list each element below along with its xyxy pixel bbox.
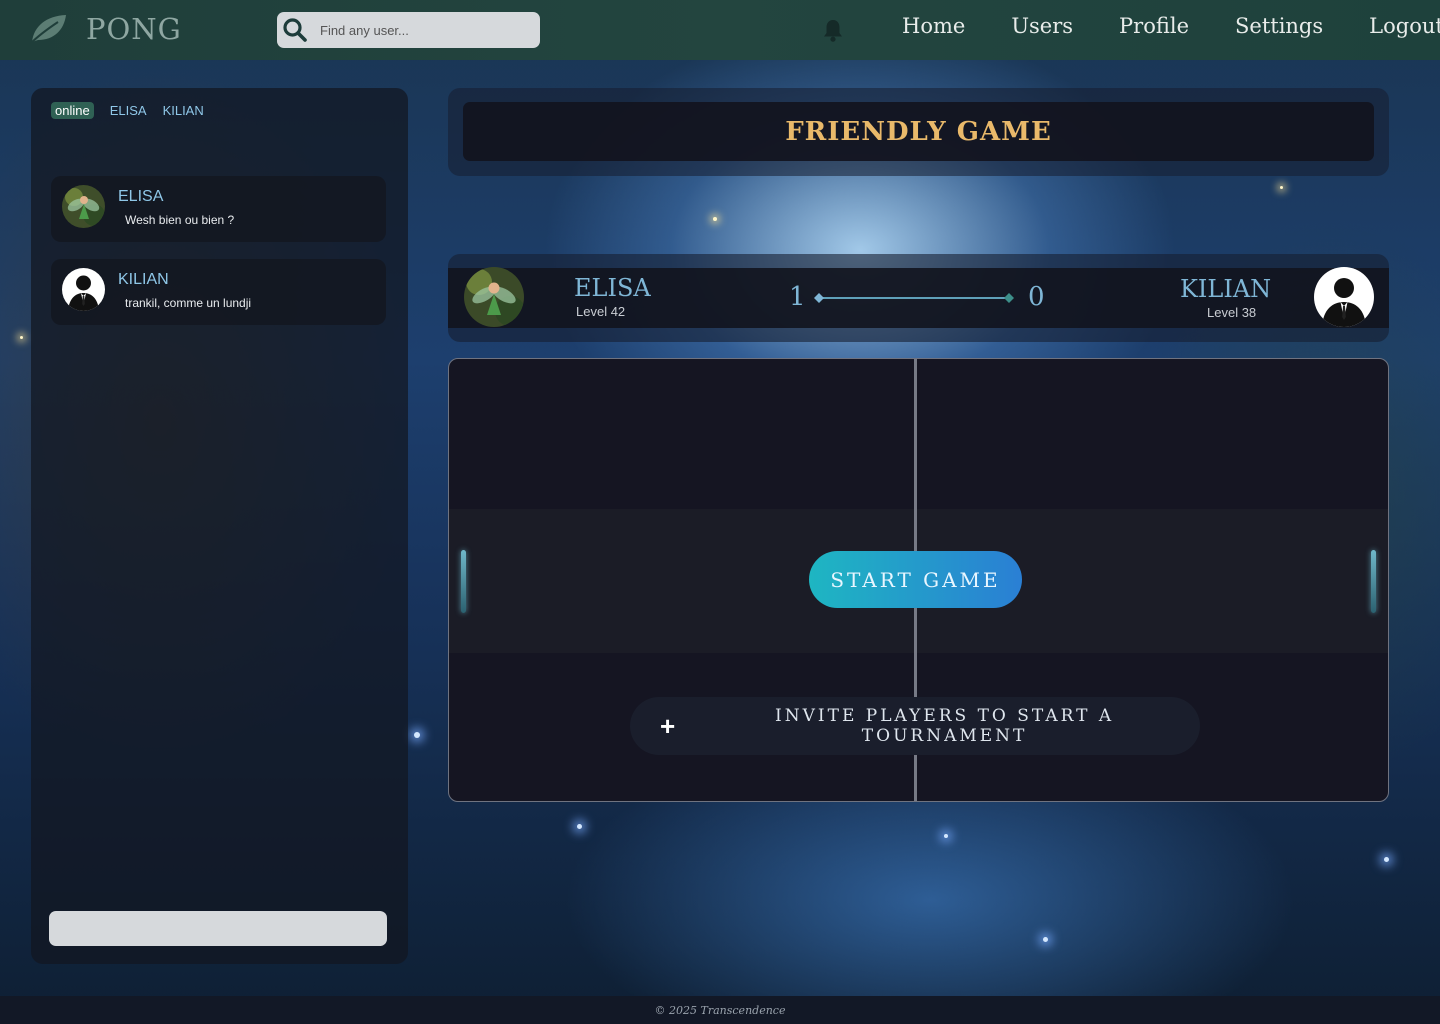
player2-name: KILIAN — [1180, 275, 1272, 303]
brand-name: PONG — [86, 12, 182, 46]
conversation-item-kilian[interactable]: KILIAN trankil, comme un lundji — [51, 259, 386, 325]
sparkle — [577, 824, 582, 829]
avatar-kilian — [62, 268, 105, 311]
nav-users[interactable]: Users — [1011, 14, 1073, 38]
invite-tournament-label: Invite players to start a tournament — [775, 706, 1115, 746]
game-board: START GAME + Invite players to start a t… — [448, 358, 1389, 802]
search-bar — [277, 12, 540, 48]
conversation-name: ELISA — [118, 188, 164, 205]
sparkle — [1280, 186, 1283, 189]
scoreboard: ELISA Level 42 1 0 KILIAN Level 38 — [448, 254, 1389, 342]
game-title: FRIENDLY GAME — [785, 116, 1052, 147]
chat-tabs: online ELISA KILIAN — [51, 102, 204, 119]
conversation-name: KILIAN — [118, 271, 169, 288]
right-paddle — [1371, 550, 1376, 613]
footer-copyright: © 2025 Transcendence — [654, 1003, 786, 1017]
player1-score: 1 — [789, 282, 806, 312]
sparkle — [1384, 857, 1389, 862]
nav-home[interactable]: Home — [902, 14, 965, 38]
chat-message-input[interactable] — [49, 911, 387, 946]
conversation-item-elisa[interactable]: ELISA Wesh bien ou bien ? — [51, 176, 386, 242]
sparkle — [20, 336, 23, 339]
player2-avatar — [1314, 267, 1374, 327]
bell-icon[interactable] — [820, 17, 846, 43]
player2-score: 0 — [1028, 282, 1045, 312]
nav-logout[interactable]: Logout — [1369, 14, 1440, 38]
nav-profile[interactable]: Profile — [1119, 14, 1189, 38]
player1-avatar — [464, 267, 524, 327]
player1-name: ELISA — [574, 274, 651, 302]
conversation-last-message: trankil, comme un lundji — [125, 296, 252, 310]
search-input[interactable] — [310, 12, 540, 48]
nav-settings[interactable]: Settings — [1235, 14, 1323, 38]
tab-online[interactable]: online — [51, 102, 94, 119]
sparkle — [944, 834, 948, 838]
tab-kilian[interactable]: KILIAN — [163, 103, 204, 118]
sparkle — [1043, 937, 1048, 942]
game-title-bar: FRIENDLY GAME — [463, 102, 1374, 161]
player1-level: Level 42 — [576, 304, 626, 319]
footer: © 2025 Transcendence — [0, 996, 1440, 1024]
plus-icon: + — [660, 711, 676, 741]
avatar-elisa — [62, 185, 105, 228]
nav-links: Home Users Profile Settings Logout — [902, 14, 1440, 38]
chat-panel: online ELISA KILIAN ELISA Wesh bien ou b… — [31, 88, 408, 964]
sparkle — [713, 217, 717, 221]
conversation-last-message: Wesh bien ou bien ? — [125, 213, 235, 227]
left-paddle — [461, 550, 466, 613]
start-game-button[interactable]: START GAME — [809, 551, 1022, 608]
tab-elisa[interactable]: ELISA — [110, 103, 147, 118]
game-title-card: FRIENDLY GAME — [448, 88, 1389, 176]
score-divider — [814, 293, 1014, 303]
navbar: PONG Home Users Profile Settings Logout — [0, 0, 1440, 60]
brand[interactable]: PONG — [28, 12, 182, 46]
leaf-icon — [29, 15, 66, 45]
player2-level: Level 38 — [1207, 305, 1257, 320]
sparkle — [414, 732, 420, 738]
search-icon[interactable] — [280, 15, 310, 45]
invite-tournament-button[interactable]: + Invite players to start a tournament — [630, 697, 1200, 755]
